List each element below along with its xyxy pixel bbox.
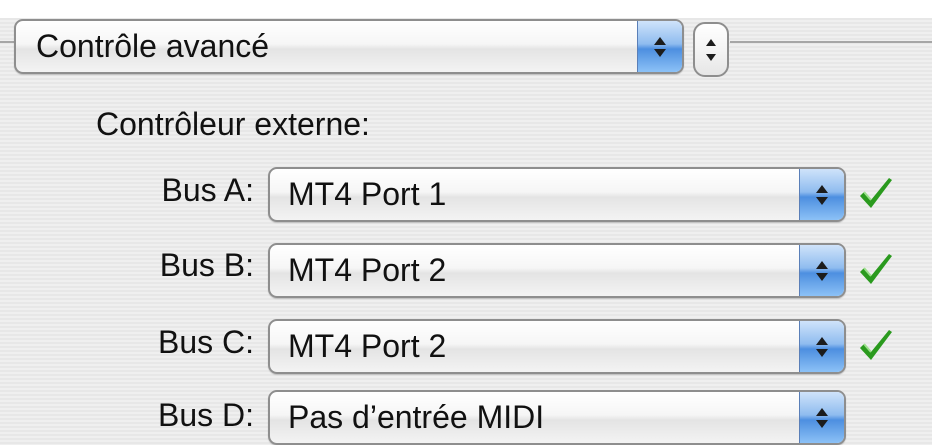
arrow-down-icon	[816, 419, 828, 428]
section-stepper[interactable]	[693, 22, 729, 77]
bus-c-popup[interactable]: MT4 Port 2	[268, 319, 846, 374]
bus-b-value: MT4 Port 2	[288, 252, 447, 288]
bus-c-label: Bus C:	[157, 324, 254, 360]
arrow-down-icon	[816, 272, 828, 281]
arrow-up-icon	[816, 260, 828, 269]
arrow-up-icon	[816, 336, 828, 345]
bus-d-popup[interactable]: Pas d’entrée MIDI	[268, 390, 846, 445]
group-box-line-right	[730, 41, 932, 43]
bus-c-arrows-icon[interactable]	[799, 321, 844, 372]
arrow-up-icon	[816, 184, 828, 193]
stepper-up-icon[interactable]	[706, 38, 716, 46]
arrow-down-icon	[816, 196, 828, 205]
bus-c-value: MT4 Port 2	[288, 328, 447, 364]
stepper-down-icon[interactable]	[706, 53, 716, 61]
bus-d-value: Pas d’entrée MIDI	[288, 399, 545, 435]
bus-b-arrows-icon[interactable]	[799, 245, 844, 296]
bus-a-label: Bus A:	[161, 172, 255, 208]
section-popup-value: Contrôle avancé	[36, 28, 270, 64]
bus-a-popup[interactable]: MT4 Port 1	[268, 167, 846, 222]
bus-b-label: Bus B:	[159, 247, 254, 283]
arrow-up-icon	[816, 407, 828, 416]
window-top-strip	[0, 0, 932, 18]
bus-c-checkmark-icon	[860, 330, 892, 360]
bus-b-popup[interactable]: MT4 Port 2	[268, 243, 846, 298]
bus-d-label: Bus D:	[157, 397, 254, 433]
arrow-down-icon	[654, 48, 666, 57]
bus-a-value: MT4 Port 1	[288, 176, 447, 212]
arrow-down-icon	[816, 348, 828, 357]
bus-a-arrows-icon[interactable]	[799, 169, 844, 220]
bus-a-checkmark-icon	[860, 178, 892, 208]
section-popup-arrows-icon[interactable]	[637, 21, 682, 72]
bus-b-checkmark-icon	[860, 254, 892, 284]
bus-d-arrows-icon[interactable]	[799, 392, 844, 443]
section-popup[interactable]: Contrôle avancé	[14, 19, 684, 74]
external-controller-heading: Contrôleur externe:	[96, 106, 370, 142]
arrow-up-icon	[654, 36, 666, 45]
